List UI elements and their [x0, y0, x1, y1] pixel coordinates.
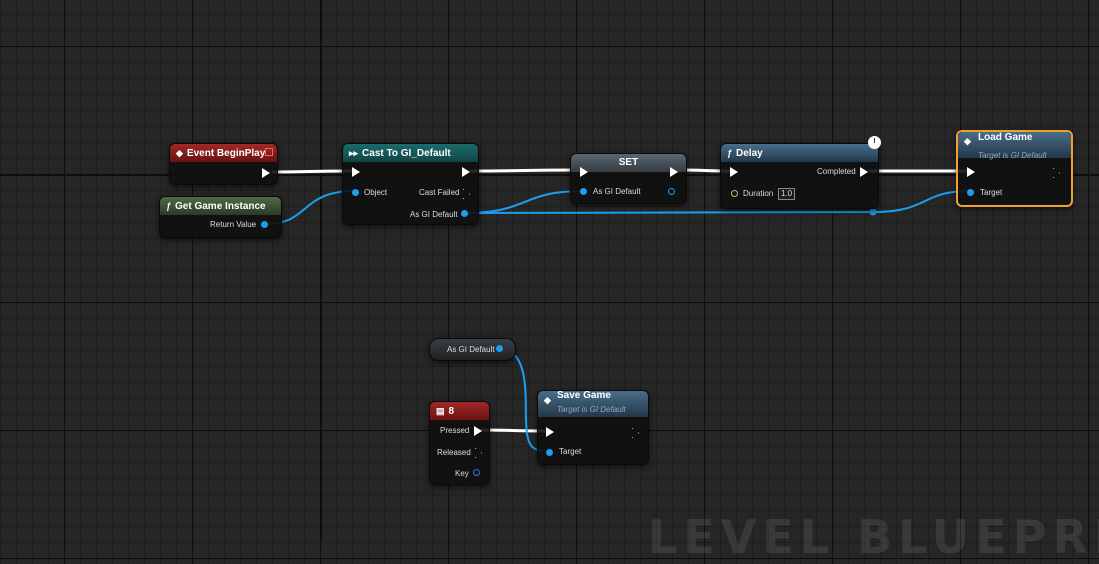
set-exec-out[interactable]: [670, 167, 678, 177]
duration-label: Duration: [743, 189, 774, 198]
wire-reroute-knot: [869, 208, 877, 216]
function-diamond-icon: ◆: [964, 136, 971, 146]
cast-exec-out[interactable]: [462, 167, 470, 177]
set-title: SET: [618, 157, 639, 168]
delay-header: ƒ Delay: [721, 144, 878, 162]
return-value-pin[interactable]: [261, 221, 268, 228]
set-out-pin[interactable]: [668, 188, 675, 195]
load-game-subtitle: Target is GI Default: [978, 151, 1047, 160]
save-game-target-pin[interactable]: [546, 449, 553, 456]
key-8-event-node[interactable]: ▤ 8 Pressed Released Key: [429, 401, 490, 485]
load-game-target-label: Target: [980, 188, 1003, 197]
cast-to-gi-default-node[interactable]: ▸▸ Cast To GI_Default Object Cast Failed …: [342, 143, 479, 225]
load-game-node[interactable]: ◆ Load Game Target is GI Default Target: [956, 130, 1073, 207]
event-begin-play-exec-out[interactable]: [262, 168, 270, 178]
set-variable-node[interactable]: SET As GI Default: [570, 153, 687, 204]
get-game-instance-title: Get Game Instance: [175, 201, 266, 212]
cast-arrows-icon: ▸▸: [349, 148, 359, 158]
set-in-label: As GI Default: [593, 187, 641, 196]
cast-title: Cast To GI_Default: [362, 148, 451, 159]
event-delegate-icon: [265, 148, 273, 156]
variable-get-label: As GI Default: [447, 345, 495, 354]
pressed-exec-out[interactable]: [474, 426, 482, 436]
variable-get-node[interactable]: As GI Default: [429, 338, 516, 361]
exec-wire-cast-to-set: [469, 168, 581, 173]
event-begin-play-node[interactable]: ◆ Event BeginPlay: [169, 143, 278, 185]
latent-clock-icon: [868, 136, 881, 149]
released-label: Released: [437, 448, 471, 457]
function-icon: ƒ: [166, 201, 172, 211]
duration-value-field[interactable]: 1.0: [778, 188, 796, 200]
save-game-subtitle: Target is GI Default: [557, 405, 626, 414]
cast-exec-in[interactable]: [352, 167, 360, 177]
pressed-label: Pressed: [440, 426, 470, 435]
save-game-node[interactable]: ◆ Save Game Target is GI Default Target: [537, 390, 649, 465]
released-exec-out[interactable]: [475, 448, 482, 458]
save-game-exec-out[interactable]: [632, 428, 639, 438]
delay-completed-exec-out[interactable]: [860, 167, 868, 177]
delay-node[interactable]: ƒ Delay Completed Duration 1.0: [720, 136, 881, 209]
object-wire-cast-to-load: [463, 190, 971, 214]
event-diamond-icon: ◆: [176, 148, 183, 158]
exec-wire-begin-to-cast: [271, 169, 353, 174]
load-game-header: ◆ Load Game Target is GI Default: [958, 132, 1071, 160]
delay-completed-label: Completed: [817, 167, 856, 176]
get-game-instance-header: ƒ Get Game Instance: [160, 197, 281, 215]
load-game-exec-in[interactable]: [967, 167, 975, 177]
save-game-exec-in[interactable]: [546, 427, 554, 437]
cast-object-pin[interactable]: [352, 189, 359, 196]
key-label: Key: [455, 469, 469, 478]
cast-failed-exec-pin[interactable]: [463, 189, 470, 199]
function-diamond-icon: ◆: [544, 395, 551, 405]
variable-get-out-pin[interactable]: [496, 345, 503, 352]
set-header: SET: [571, 154, 686, 172]
key-event-header: ▤ 8: [430, 402, 489, 420]
delay-exec-in[interactable]: [730, 167, 738, 177]
set-exec-in[interactable]: [580, 167, 588, 177]
load-game-exec-out[interactable]: [1053, 168, 1060, 178]
get-game-instance-node[interactable]: ƒ Get Game Instance Return Value: [159, 196, 282, 238]
cast-object-label: Object: [364, 188, 388, 197]
key-event-title: 8: [448, 406, 455, 417]
event-begin-play-title: Event BeginPlay: [186, 148, 266, 159]
object-wire-cast-to-set: [463, 190, 584, 214]
function-icon: ƒ: [727, 148, 733, 158]
keyboard-icon: ▤: [436, 406, 445, 416]
set-in-pin[interactable]: [580, 188, 587, 195]
save-game-target-label: Target: [559, 447, 582, 456]
save-game-header: ◆ Save Game Target is GI Default: [538, 390, 648, 417]
load-game-target-pin[interactable]: [967, 189, 974, 196]
cast-out-pin[interactable]: [461, 210, 468, 217]
event-begin-play-header: ◆ Event BeginPlay: [170, 144, 277, 162]
delay-title: Delay: [736, 148, 763, 159]
cast-header: ▸▸ Cast To GI_Default: [343, 144, 478, 162]
cast-out-label: As GI Default: [410, 210, 458, 219]
key-struct-pin[interactable]: [473, 469, 480, 476]
duration-pin[interactable]: [731, 190, 738, 197]
load-game-title: Load Game: [978, 132, 1033, 143]
cast-failed-label: Cast Failed: [419, 188, 460, 197]
return-value-label: Return Value: [210, 220, 257, 229]
